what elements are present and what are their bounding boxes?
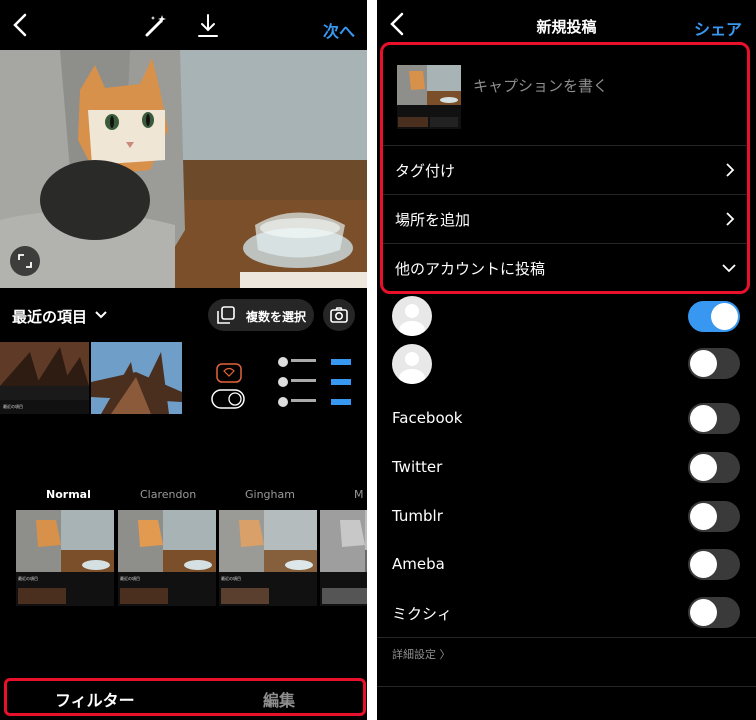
- avatar: [392, 296, 432, 336]
- chevron-down-icon: [722, 264, 736, 273]
- caption-input[interactable]: キャプションを書く: [473, 75, 608, 96]
- share-target-label: ミクシィ: [392, 605, 453, 623]
- filter-more[interactable]: M: [354, 488, 364, 501]
- share-target-label: Facebook: [392, 409, 463, 427]
- svg-text:最近の項目: 最近の項目: [18, 575, 38, 581]
- multi-select-label: 複数を選択: [246, 310, 307, 324]
- camera-button[interactable]: [323, 299, 355, 331]
- tab-filter[interactable]: フィルター: [55, 687, 135, 711]
- multi-select-button[interactable]: 複数を選択: [208, 299, 314, 331]
- twitter-toggle[interactable]: [688, 452, 740, 483]
- post-to-other-accounts-label: 他のアカウントに投稿: [395, 260, 546, 278]
- share-twitter-row: Twitter: [377, 444, 756, 492]
- selected-photo-preview: [0, 50, 367, 288]
- divider: [377, 686, 756, 687]
- filter-gingham[interactable]: Gingham: [245, 488, 295, 501]
- filter-normal[interactable]: Normal: [46, 488, 91, 501]
- filter-name-row: Normal Clarendon Gingham M: [0, 488, 367, 504]
- chevron-right-icon: [726, 163, 735, 177]
- filter-preview-row: 最近の項目 最近の項目 最近の項目: [0, 510, 367, 606]
- gallery-thumbnail[interactable]: [276, 342, 367, 414]
- ameba-toggle[interactable]: [688, 549, 740, 580]
- back-arrow-icon[interactable]: [10, 12, 32, 38]
- new-post-screen: 新規投稿 シェア キャプションを書く タグ付け 場所を追加 他のアカウントに投稿: [377, 0, 756, 720]
- recent-album-selector[interactable]: 最近の項目: [12, 306, 87, 327]
- post-thumbnail: [397, 65, 461, 129]
- filter-header: 次へ: [0, 0, 367, 50]
- bottom-tab-bar: フィルター 編集: [4, 678, 366, 716]
- gallery-thumbnail[interactable]: [91, 342, 182, 414]
- account-row: [377, 340, 756, 388]
- default-avatar-icon: [399, 352, 425, 384]
- tab-edit[interactable]: 編集: [263, 687, 295, 711]
- gallery-thumbnail[interactable]: [184, 342, 274, 414]
- share-ameba-row: Ameba: [377, 541, 756, 589]
- account-toggle[interactable]: [688, 348, 740, 379]
- multiple-copy-icon: [217, 306, 235, 324]
- tag-people-row[interactable]: タグ付け: [383, 145, 747, 193]
- default-avatar-icon: [399, 304, 425, 336]
- share-target-label: Ameba: [392, 555, 445, 573]
- filter-preview[interactable]: 最近の項目: [118, 510, 216, 606]
- next-button[interactable]: 次へ: [323, 18, 355, 42]
- chevron-right-icon: [726, 212, 735, 226]
- tag-people-label: タグ付け: [395, 162, 456, 180]
- advanced-settings-link[interactable]: 詳細設定 〉: [392, 646, 451, 662]
- divider: [377, 637, 756, 638]
- post-options-group: キャプションを書く タグ付け 場所を追加 他のアカウントに投稿: [380, 42, 750, 294]
- add-location-label: 場所を追加: [395, 211, 471, 229]
- new-post-header: 新規投稿 シェア: [377, 0, 756, 44]
- camera-icon: [330, 307, 348, 323]
- chevron-down-icon[interactable]: [95, 310, 107, 320]
- share-tumblr-row: Tumblr: [377, 493, 756, 541]
- cat-photo-image: [0, 50, 367, 288]
- mixi-toggle[interactable]: [688, 597, 740, 628]
- share-facebook-row: Facebook: [377, 395, 756, 443]
- gallery-thumbnail-row: 最近の項目: [0, 342, 367, 414]
- filter-preview[interactable]: [320, 510, 367, 606]
- expand-icon: [18, 254, 32, 268]
- expand-crop-button[interactable]: [10, 246, 40, 276]
- share-target-label: Tumblr: [392, 507, 443, 525]
- account-row: [377, 292, 756, 340]
- share-button[interactable]: シェア: [694, 16, 742, 40]
- add-location-row[interactable]: 場所を追加: [383, 194, 747, 242]
- download-icon[interactable]: [196, 13, 220, 39]
- svg-text:最近の項目: 最近の項目: [3, 403, 23, 409]
- svg-text:最近の項目: 最近の項目: [221, 575, 241, 581]
- filter-screen: 次へ 最近の項目 複数を選択 最近の項目 Normal Clarendon Gi…: [0, 0, 367, 720]
- gallery-thumbnail[interactable]: 最近の項目: [0, 342, 89, 414]
- filter-clarendon[interactable]: Clarendon: [140, 488, 196, 501]
- tumblr-toggle[interactable]: [688, 501, 740, 532]
- facebook-toggle[interactable]: [688, 403, 740, 434]
- svg-text:最近の項目: 最近の項目: [120, 575, 140, 581]
- share-mixi-row: ミクシィ: [377, 589, 756, 637]
- filter-preview[interactable]: 最近の項目: [219, 510, 317, 606]
- share-target-label: Twitter: [392, 458, 443, 476]
- account-toggle[interactable]: [688, 301, 740, 332]
- magic-wand-icon[interactable]: [143, 13, 169, 39]
- post-to-other-accounts-row[interactable]: 他のアカウントに投稿: [383, 243, 747, 291]
- avatar: [392, 344, 432, 384]
- filter-preview[interactable]: 最近の項目: [16, 510, 114, 606]
